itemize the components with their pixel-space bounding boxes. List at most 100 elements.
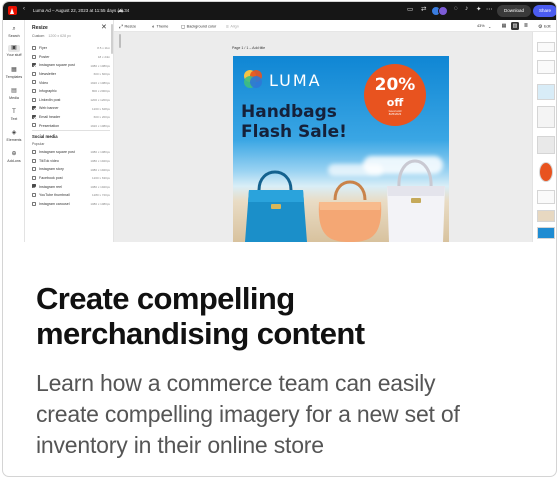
align-icon: ≡ (226, 23, 229, 30)
page-thumbnail[interactable] (537, 227, 555, 239)
search-icon: ⌕ (12, 26, 16, 32)
cloud-shape (328, 164, 383, 176)
checkbox[interactable] (32, 192, 36, 197)
theme-icon: ◐ (152, 23, 156, 30)
checkbox-checked[interactable] (32, 106, 36, 111)
checkbox[interactable] (32, 149, 36, 154)
blue-handbag-image (245, 170, 307, 242)
format-row[interactable]: Poster 18 x 24in (32, 53, 110, 62)
format-row[interactable]: TikTok video 1080 x 1920px (32, 157, 110, 166)
popular-subheading: Popular (32, 141, 45, 146)
checkbox[interactable] (32, 80, 36, 85)
format-row[interactable]: Email header 600 x 200px (32, 113, 110, 122)
comment-icon[interactable]: ◌ (454, 5, 458, 12)
format-row[interactable]: Instagram story 1080 x 1920px (32, 165, 110, 174)
layers-icon[interactable]: ≣ (522, 22, 530, 30)
page-title[interactable]: Create compelling merchandising content (36, 281, 536, 351)
checkbox[interactable] (32, 88, 36, 93)
format-row[interactable]: Instagram carousel 1080 x 1080px (32, 200, 110, 209)
format-row[interactable]: Instagram square post 1080 x 1080px (32, 61, 110, 70)
article-card[interactable]: ‹ Luma Ad – August 22, 2023 at 11:55 day… (2, 1, 557, 477)
checkbox[interactable] (32, 158, 36, 163)
avatar[interactable] (438, 6, 448, 16)
format-row[interactable]: Newsletter 600 x 600px (32, 70, 110, 79)
design-artboard[interactable]: LUMA Handbags Flash Sale! 20% off Good u… (233, 56, 449, 242)
article-description: Learn how a commerce team can easily crea… (36, 370, 460, 458)
page-label[interactable]: Page 1 / 1 – Add title (232, 46, 265, 50)
back-chevron-icon[interactable]: ‹ (23, 6, 25, 12)
rail-item-addons[interactable]: ⊕ Add-ons (3, 151, 25, 163)
zoom-level[interactable]: 43% (477, 24, 485, 28)
background-color-button[interactable]: ◻ Background color (181, 24, 216, 30)
app-top-bar: ‹ Luma Ad – August 22, 2023 at 11:55 day… (3, 2, 556, 20)
format-row[interactable]: Web banner 1200 x 628px (32, 104, 110, 113)
resize-toggle-icon[interactable]: ▭ (407, 5, 413, 13)
lightbulb-icon[interactable]: ✦ (476, 5, 481, 13)
format-row[interactable]: Facebook post 1200 x 630px (32, 174, 110, 183)
page-thumbnail[interactable] (537, 60, 555, 74)
checkbox[interactable] (32, 123, 36, 128)
page-thumbnail[interactable] (537, 190, 555, 204)
format-row[interactable]: Presentation 1920 x 1080px (32, 121, 110, 130)
checkbox[interactable] (32, 201, 36, 206)
screenshot-preview: ‹ Luma Ad – August 22, 2023 at 11:55 day… (3, 2, 556, 242)
panel-scrollbar[interactable] (111, 24, 113, 54)
align-button[interactable]: ≡ Align (226, 24, 239, 30)
rail-item-your-stuff[interactable]: ▣ Your stuff (3, 45, 25, 57)
more-icon[interactable]: ⋯ (486, 5, 493, 13)
share-button[interactable]: Share (533, 5, 556, 17)
format-row[interactable]: Infographic 800 x 2000px (32, 87, 110, 96)
checkbox-checked[interactable] (32, 63, 36, 68)
addons-icon: ⊕ (11, 151, 17, 157)
download-button[interactable]: Download (497, 5, 531, 17)
page-thumbnail[interactable] (539, 162, 553, 182)
checkbox[interactable] (32, 175, 36, 180)
checkbox[interactable] (32, 46, 36, 50)
white-handbag-image (387, 159, 445, 242)
format-row[interactable]: Video 1920 x 1080px (32, 78, 110, 87)
rail-item-templates[interactable]: ▦ Templates (3, 67, 25, 79)
pages-view-icon[interactable]: ▥ (511, 22, 519, 30)
canvas-toolbar: ⤢ Resize ◐ Theme ◻ Background color ≡ Align … (114, 20, 556, 32)
checkbox[interactable] (32, 167, 36, 172)
resize-button[interactable]: ⤢ Resize (119, 24, 136, 30)
rail-item-elements[interactable]: ◈ Elements (3, 130, 25, 142)
folder-icon: ▣ (8, 45, 20, 52)
checkbox-checked[interactable] (32, 114, 36, 119)
page-thumbnail[interactable] (537, 42, 555, 52)
checkbox-checked[interactable] (32, 184, 36, 189)
tab-custom[interactable]: Custom (32, 34, 44, 38)
checkbox[interactable] (32, 97, 36, 102)
pages-thumbnail-strip (532, 32, 556, 242)
page-thumbnail[interactable] (537, 136, 555, 154)
close-icon[interactable]: ✕ (101, 23, 107, 31)
canvas-scrollbar[interactable] (119, 34, 121, 48)
grid-view-icon[interactable]: ▦ (500, 22, 508, 30)
notification-icon[interactable]: ♪ (465, 5, 468, 12)
resize-icon: ⤢ (119, 23, 124, 30)
page-thumbnail[interactable] (537, 84, 555, 100)
panel-title: Resize (32, 25, 48, 31)
checkbox[interactable] (32, 71, 36, 76)
format-row[interactable]: LinkedIn post 1200 x 1200px (32, 96, 110, 105)
checkbox[interactable] (32, 54, 36, 59)
rail-item-search[interactable]: ⌕ Search (3, 26, 25, 38)
theme-button[interactable]: ◐ Theme (152, 24, 168, 30)
zoom-dropdown-icon[interactable]: ⌄ (488, 24, 491, 29)
page-thumbnail[interactable] (537, 210, 555, 222)
document-title[interactable]: Luma Ad – August 22, 2023 at 11:55 days … (33, 8, 129, 13)
format-row[interactable]: YouTube thumbnail 1280 x 720px (32, 191, 110, 200)
share-link-icon[interactable]: ⇄ (421, 5, 426, 13)
rail-item-text[interactable]: T Text (3, 109, 25, 121)
orange-handbag-image (318, 180, 382, 242)
adobe-express-logo-icon[interactable] (8, 6, 17, 15)
discount-off: off (386, 96, 404, 109)
format-row[interactable]: Flyer 8.5 x 11in (32, 44, 110, 53)
edit-button[interactable]: ⚙ Edit (538, 24, 551, 30)
page-thumbnail[interactable] (537, 106, 555, 128)
gear-icon: ⚙ (538, 23, 543, 30)
left-tool-rail: ⌕ Search ▣ Your stuff ▦ Templates ▤ Media TT… (3, 20, 25, 242)
rail-item-media[interactable]: ▤ Media (3, 88, 25, 100)
format-row[interactable]: Instagram reel 1080 x 1920px (32, 182, 110, 191)
format-row[interactable]: Instagram square post 1080 x 1080px (32, 148, 110, 157)
